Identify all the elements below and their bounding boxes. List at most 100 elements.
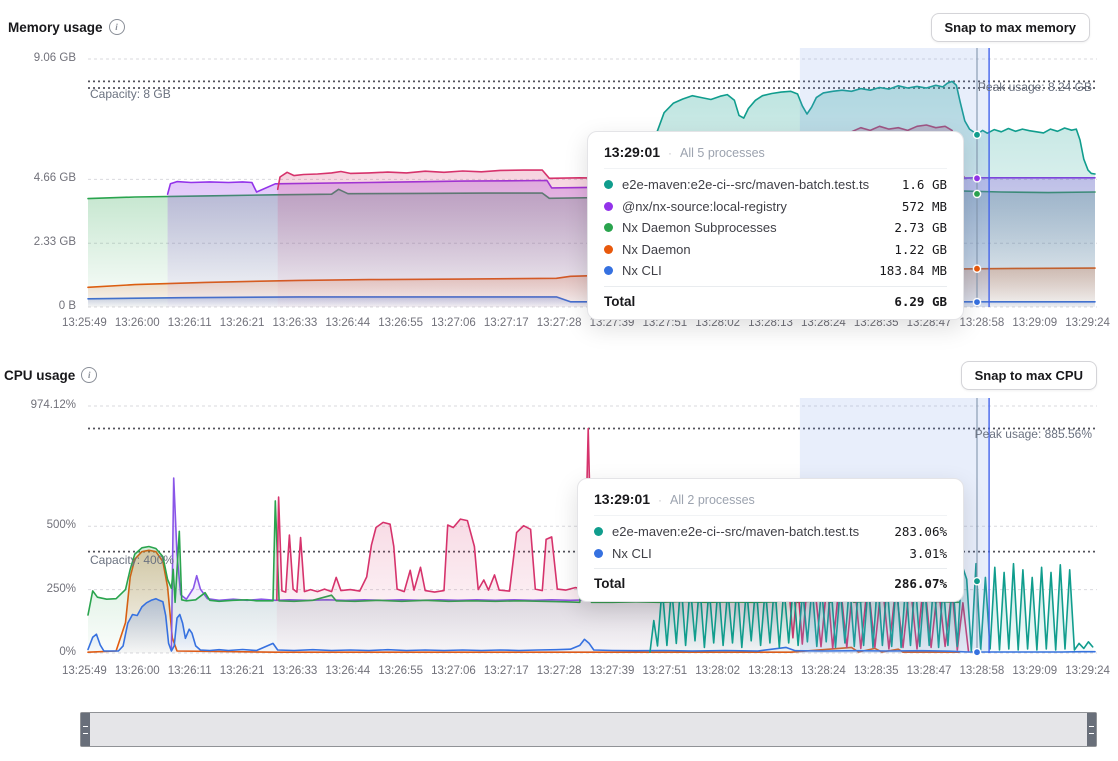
process-value: 572 MB: [902, 199, 947, 214]
x-tick-label: 13:28:02: [695, 665, 740, 677]
tooltip-row: @nx/nx-source:local-registry572 MB: [604, 196, 947, 218]
cpu-tooltip-total: Total 286.07%: [594, 568, 947, 591]
x-tick-label: 13:26:55: [378, 317, 423, 329]
total-value: 286.07%: [894, 576, 947, 591]
y-tick-label: 4.66 GB: [0, 172, 76, 184]
x-tick-label: 13:26:33: [273, 317, 318, 329]
tooltip-time: 13:29:01: [604, 144, 660, 160]
cpu-section-title: CPU usage i: [4, 367, 97, 383]
cpu-x-axis: 13:25:49 13:26:00 13:26:11 13:26:21 13:26:33…: [62, 665, 1110, 677]
x-tick-label: 13:27:06: [431, 665, 476, 677]
x-tick-label: 13:26:33: [273, 665, 318, 677]
hover-dot-icon: [973, 578, 980, 585]
brush-left-handle-icon[interactable]: [81, 713, 90, 746]
info-icon[interactable]: i: [109, 19, 125, 35]
x-tick-label: 13:26:11: [168, 665, 212, 677]
x-tick-label: 13:27:17: [484, 665, 529, 677]
hover-dot-icon: [973, 299, 980, 306]
x-tick-label: 13:26:55: [378, 665, 423, 677]
process-name: Nx CLI: [622, 263, 870, 278]
process-value: 1.22 GB: [894, 242, 947, 257]
snap-to-max-memory-button[interactable]: Snap to max memory: [931, 13, 1091, 42]
cpu-capacity-annotation: Capacity: 400%: [90, 553, 174, 567]
process-value: 283.06%: [894, 524, 947, 539]
brush-right-handle-icon[interactable]: [1087, 713, 1096, 746]
hover-dot-icon: [973, 190, 980, 197]
process-name: Nx Daemon Subprocesses: [622, 220, 885, 235]
total-label: Total: [604, 294, 635, 309]
process-name: Nx Daemon: [622, 242, 885, 257]
cpu-tooltip: 13:29:01 · All 2 processes e2e-maven:e2e…: [577, 478, 964, 602]
x-tick-label: 13:26:44: [325, 665, 370, 677]
tooltip-subtitle: All 2 processes: [670, 493, 755, 507]
cpu-title-label: CPU usage: [4, 368, 75, 383]
tooltip-row: e2e-maven:e2e-ci--src/maven-batch.test.t…: [594, 521, 947, 543]
process-name: e2e-maven:e2e-ci--src/maven-batch.test.t…: [622, 177, 893, 192]
tooltip-row: e2e-maven:e2e-ci--src/maven-batch.test.t…: [604, 174, 947, 196]
memory-peak-annotation: Peak usage: 8.24 GB: [978, 80, 1092, 94]
tooltip-row: Nx Daemon Subprocesses 2.73 GB: [604, 217, 947, 239]
x-tick-label: 13:29:24: [1065, 665, 1110, 677]
x-tick-label: 13:26:21: [220, 665, 265, 677]
tooltip-row: Nx CLI183.84 MB: [604, 260, 947, 282]
time-range-brush[interactable]: [80, 712, 1097, 747]
series-color-dot-icon: [594, 549, 603, 558]
memory-tooltip-rows: e2e-maven:e2e-ci--src/maven-batch.test.t…: [604, 169, 947, 282]
charts-canvas[interactable]: [0, 0, 1118, 761]
x-tick-label: 13:27:17: [484, 317, 529, 329]
y-tick-label: 974.12%: [0, 399, 76, 411]
tooltip-subtitle: All 5 processes: [680, 146, 765, 160]
series-color-dot-icon: [604, 180, 613, 189]
x-tick-label: 13:26:00: [115, 317, 160, 329]
x-tick-label: 13:25:49: [62, 317, 107, 329]
memory-tooltip-header: 13:29:01 · All 5 processes: [604, 140, 947, 169]
x-tick-label: 13:29:24: [1065, 317, 1110, 329]
series-color-dot-icon: [594, 527, 603, 536]
series-color-dot-icon: [604, 245, 613, 254]
memory-section-title: Memory usage i: [8, 19, 125, 35]
process-value: 2.73 GB: [894, 220, 947, 235]
x-tick-label: 13:28:24: [801, 665, 846, 677]
tooltip-time: 13:29:01: [594, 491, 650, 507]
x-tick-label: 13:28:35: [854, 665, 899, 677]
y-tick-label: 9.06 GB: [0, 52, 76, 64]
x-tick-label: 13:26:00: [115, 665, 160, 677]
x-tick-label: 13:27:28: [537, 665, 582, 677]
series-color-dot-icon: [604, 223, 613, 232]
dot-separator: ·: [658, 493, 662, 507]
cpu-peak-annotation: Peak usage: 885.56%: [975, 427, 1092, 441]
info-icon[interactable]: i: [81, 367, 97, 383]
x-tick-label: 13:26:11: [168, 317, 212, 329]
hover-dot-icon: [973, 265, 980, 272]
x-tick-label: 13:25:49: [62, 665, 107, 677]
y-tick-label: 250%: [0, 583, 76, 595]
cpu-tooltip-header: 13:29:01 · All 2 processes: [594, 487, 947, 516]
y-tick-label: 2.33 GB: [0, 236, 76, 248]
y-tick-label: 0 B: [0, 300, 76, 312]
y-tick-label: 0%: [0, 646, 76, 658]
x-tick-label: 13:28:58: [960, 665, 1005, 677]
x-tick-label: 13:27:51: [642, 665, 687, 677]
total-label: Total: [594, 576, 625, 591]
dot-separator: ·: [668, 146, 672, 160]
hover-dot-icon: [973, 131, 980, 138]
snap-to-max-cpu-button[interactable]: Snap to max CPU: [961, 361, 1097, 390]
x-tick-label: 13:29:09: [1012, 317, 1057, 329]
process-value: 3.01%: [909, 546, 947, 561]
x-tick-label: 13:28:47: [907, 665, 952, 677]
series-color-dot-icon: [604, 202, 613, 211]
tooltip-row: Nx CLI 3.01%: [594, 543, 947, 565]
x-tick-label: 13:27:39: [590, 665, 635, 677]
x-tick-label: 13:27:06: [431, 317, 476, 329]
x-tick-label: 13:29:09: [1012, 665, 1057, 677]
hover-dot-icon: [973, 649, 980, 656]
x-tick-label: 13:27:28: [537, 317, 582, 329]
x-tick-label: 13:28:13: [748, 665, 793, 677]
process-name: e2e-maven:e2e-ci--src/maven-batch.test.t…: [612, 524, 885, 539]
x-tick-label: 13:26:21: [220, 317, 265, 329]
cpu-tooltip-rows: e2e-maven:e2e-ci--src/maven-batch.test.t…: [594, 516, 947, 564]
memory-title-label: Memory usage: [8, 20, 103, 35]
y-tick-label: 500%: [0, 519, 76, 531]
hover-dot-icon: [973, 175, 980, 182]
process-name: Nx CLI: [612, 546, 900, 561]
